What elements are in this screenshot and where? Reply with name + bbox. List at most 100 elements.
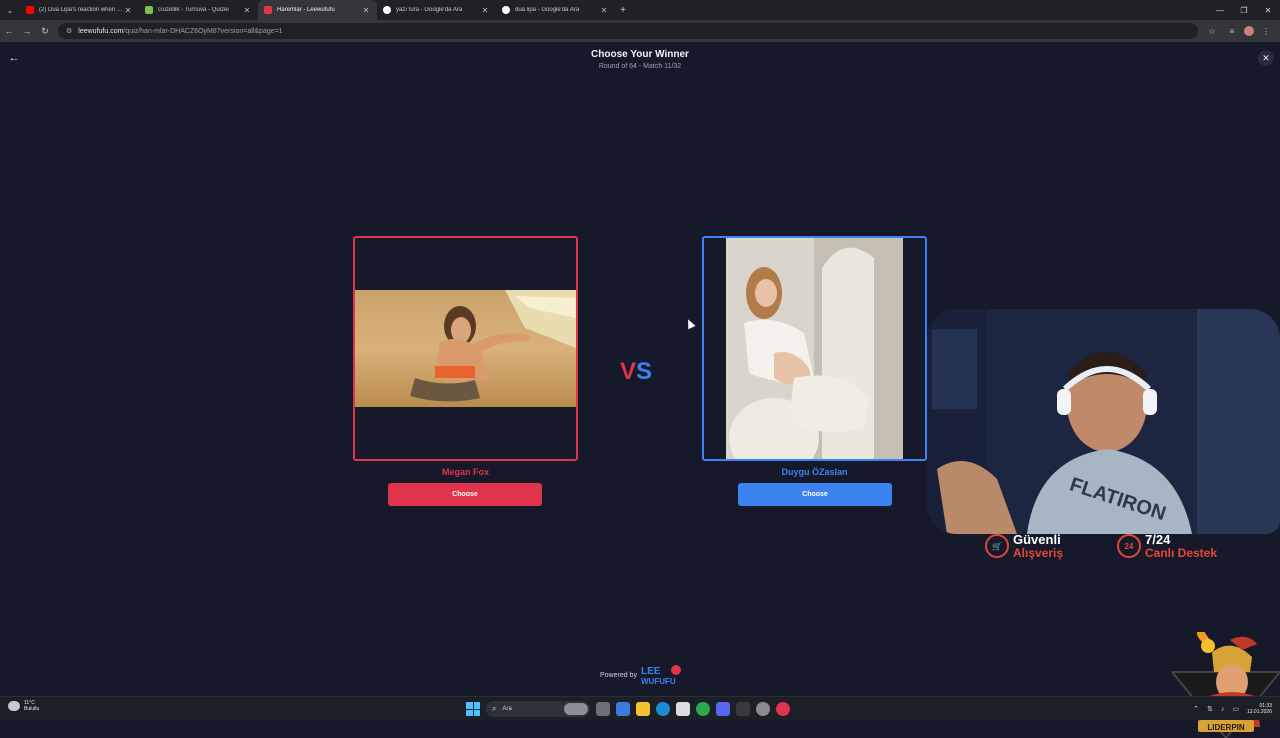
back-arrow-icon[interactable]: ←	[0, 20, 18, 42]
right-contestant-photo	[704, 238, 925, 459]
right-contestant-card[interactable]	[702, 236, 927, 461]
powered-by: Powered by LEE WUFUFU	[600, 664, 683, 686]
page-title: Choose Your Winner	[591, 49, 689, 60]
quiz-page: ← ✕ Choose Your Winner Round of 64 - Mat…	[0, 42, 1280, 738]
search-icon: ⌕	[492, 704, 497, 713]
toolbar-actions: ☆ ≡ ⋮	[1204, 20, 1274, 42]
tab-strip: ⌄ (2) Dua Lipa's reaction when R... ✕ Gü…	[0, 0, 1280, 20]
close-tab-icon[interactable]: ✕	[599, 6, 609, 15]
url-host: leewufufu.com	[78, 27, 124, 35]
weather-desc: Bulutlu	[24, 706, 40, 712]
liderpin-mascot-logo: LIDERPIN	[1172, 632, 1280, 738]
forward-arrow-icon[interactable]: →	[18, 20, 36, 42]
quiz-header: Choose Your Winner Round of 64 - Match 1…	[0, 49, 1280, 70]
promo-support: 24 7/24 Canlı Destek	[1117, 533, 1217, 559]
tray-chevron-icon[interactable]: ⌃	[1193, 705, 1199, 713]
window-controls: — ❐ ✕	[1208, 0, 1280, 20]
address-bar[interactable]: ⚙ leewufufu.com/quiz/han-mlar-DHACZ6OyM8…	[58, 23, 1198, 39]
tab-google-1[interactable]: yazı tura - Google'da Ara ✕	[377, 0, 496, 20]
svg-text:WUFUFU: WUFUFU	[641, 677, 676, 686]
google-icon	[502, 6, 510, 14]
system-tray: ⌃ ⇅ ♪ ▭ 01:33 13.01.2026	[1193, 699, 1280, 719]
site-info-icon[interactable]: ⚙	[66, 27, 72, 35]
obs-icon[interactable]	[736, 702, 750, 716]
task-view-icon[interactable]	[596, 702, 610, 716]
quizei-icon	[145, 6, 153, 14]
tab-title: Haremlar - Leewufufu	[277, 7, 335, 13]
url-path: /quiz/han-mlar-DHACZ6OyM8?version=all&pa…	[123, 27, 283, 35]
mouse-cursor	[684, 317, 696, 330]
maximize-icon[interactable]: ❐	[1232, 0, 1256, 20]
tab-title: Güzellik - Turnuva - Quizei	[158, 7, 229, 13]
chrome-icon[interactable]	[696, 702, 710, 716]
bookmark-star-icon[interactable]: ☆	[1204, 27, 1220, 36]
file-explorer-icon[interactable]	[636, 702, 650, 716]
streamer-video: FLATIRON	[927, 309, 1280, 534]
media-controls-icon[interactable]: ≡	[1224, 27, 1240, 36]
youtube-icon	[26, 6, 34, 14]
left-contestant-card[interactable]	[353, 236, 578, 461]
clock[interactable]: 01:33 13.01.2026	[1247, 703, 1272, 716]
weather-widget[interactable]: 11°C Bulutlu	[8, 700, 39, 712]
battery-icon[interactable]: ▭	[1232, 705, 1239, 713]
powered-by-label: Powered by	[600, 671, 637, 679]
steam-icon[interactable]	[756, 702, 770, 716]
volume-icon[interactable]: ♪	[1221, 706, 1225, 713]
close-window-icon[interactable]: ✕	[1256, 0, 1280, 20]
close-tab-icon[interactable]: ✕	[242, 6, 252, 15]
new-tab-button[interactable]: +	[615, 5, 631, 16]
taskbar: 11°C Bulutlu ⌕ Ara ⌃ ⇅ ♪ ▭ 01:33 13.01.2…	[0, 696, 1280, 720]
support-24-icon: 24	[1117, 534, 1141, 559]
left-contestant-photo	[355, 238, 576, 459]
tab-title: yazı tura - Google'da Ara	[396, 7, 463, 13]
leewufufu-logo[interactable]: LEE WUFUFU	[641, 664, 683, 686]
right-contestant-name: Duygu ÖZaslan	[781, 467, 848, 477]
tab-search-icon[interactable]: ⌄	[0, 0, 20, 20]
profile-avatar[interactable]	[1244, 26, 1254, 36]
search-placeholder: Ara	[502, 706, 512, 712]
close-tab-icon[interactable]: ✕	[480, 6, 490, 15]
google-icon	[383, 6, 391, 14]
taskbar-apps: ⌕ Ara	[466, 699, 790, 719]
shopping-cart-icon: 🛒	[985, 534, 1009, 559]
cloud-icon	[8, 701, 20, 711]
browser-toolbar: ← → ↻ ⚙ leewufufu.com/quiz/han-mlar-DHAC…	[0, 20, 1280, 42]
close-tab-icon[interactable]: ✕	[123, 6, 133, 15]
promo2-line1: 7/24	[1145, 532, 1171, 547]
microsoft-store-icon[interactable]	[676, 702, 690, 716]
promo2-line2: Canlı Destek	[1145, 545, 1218, 560]
promo1-line1: Güvenli	[1013, 532, 1061, 547]
discord-icon[interactable]	[716, 702, 730, 716]
tab-leewufufu[interactable]: Haremlar - Leewufufu ✕	[258, 0, 377, 20]
opera-icon[interactable]	[776, 702, 790, 716]
left-contestant-name: Megan Fox	[441, 467, 489, 477]
minimize-icon[interactable]: —	[1208, 0, 1232, 20]
svg-text:LIDERPIN: LIDERPIN	[1207, 723, 1245, 732]
taskbar-search[interactable]: ⌕ Ara	[486, 701, 590, 717]
copilot-icon[interactable]	[616, 702, 630, 716]
promo1-line2: Alışveriş	[1013, 545, 1064, 560]
tab-title: (2) Dua Lipa's reaction when R...	[39, 7, 123, 13]
search-highlight-icon	[564, 703, 588, 715]
svg-text:LEE: LEE	[641, 666, 661, 677]
tab-google-2[interactable]: dua lipa - Google'da Ara ✕	[496, 0, 615, 20]
choose-right-button[interactable]: Choose	[738, 483, 892, 506]
windows-start-icon[interactable]	[466, 702, 480, 716]
edge-icon[interactable]	[656, 702, 670, 716]
promo-secure-shopping: 🛒 Güvenli Alışveriş	[985, 533, 1063, 559]
vs-label: VS	[620, 358, 652, 386]
choose-left-button[interactable]: Choose	[388, 483, 542, 506]
vs-s: S	[636, 358, 653, 385]
match-subtitle: Round of 64 - Match 11/32	[598, 63, 682, 70]
vs-v: V	[620, 358, 637, 385]
tab-title: dua lipa - Google'da Ara	[515, 7, 580, 13]
leewufufu-icon	[264, 6, 272, 14]
close-tab-icon[interactable]: ✕	[361, 6, 371, 15]
network-icon[interactable]: ⇅	[1207, 705, 1213, 713]
webcam-overlay: FLATIRON	[927, 309, 1280, 534]
tab-youtube[interactable]: (2) Dua Lipa's reaction when R... ✕	[20, 0, 139, 20]
clock-date: 13.01.2026	[1246, 709, 1272, 715]
menu-dots-icon[interactable]: ⋮	[1258, 27, 1274, 36]
reload-icon[interactable]: ↻	[36, 20, 54, 42]
tab-quizei[interactable]: Güzellik - Turnuva - Quizei ✕	[139, 0, 258, 20]
